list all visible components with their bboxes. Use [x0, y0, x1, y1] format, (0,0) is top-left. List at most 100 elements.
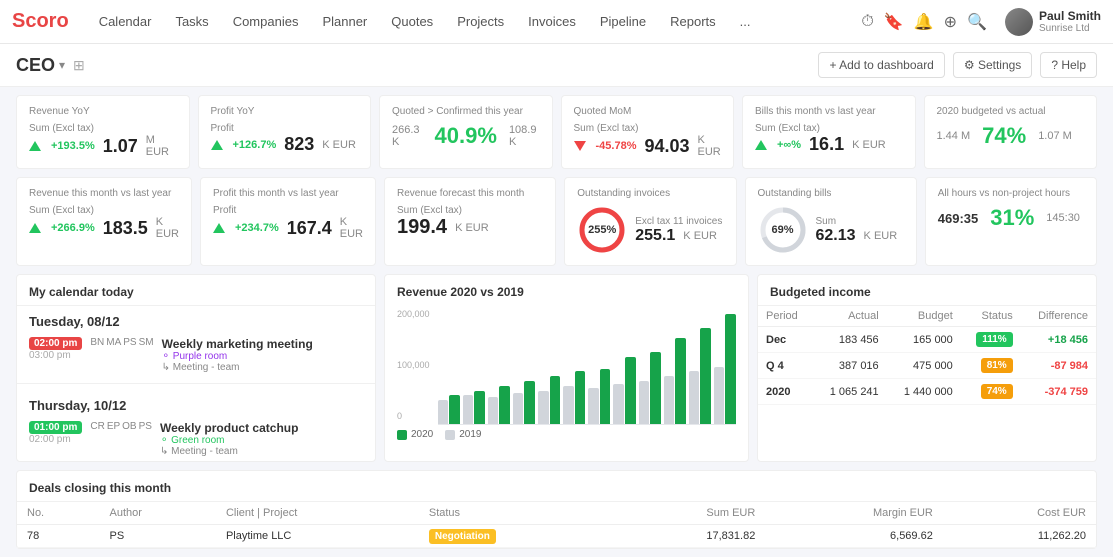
kpi-outstanding-bills-title: Outstanding bills: [758, 188, 904, 199]
cal-event-2-meeting: ↳ Meeting - team: [160, 446, 363, 457]
up-arrow-icon: [29, 141, 41, 151]
kpi-bills-month-label: Sum (Excl tax): [755, 123, 903, 134]
budget-dec-actual: 183 456: [813, 327, 887, 353]
cal-person-ps: PS: [123, 337, 136, 348]
deals-col-margin: Margin EUR: [765, 502, 943, 525]
budget-table: Period Actual Budget Status Difference D…: [758, 306, 1096, 405]
add-dashboard-button[interactable]: + Add to dashboard: [818, 52, 944, 78]
outstanding-invoices-value-row: 255.1 K EUR: [635, 227, 722, 245]
bar-group: [538, 376, 560, 424]
legend-2019-label: 2019: [459, 429, 481, 440]
filter-icon[interactable]: ⊞: [73, 57, 85, 74]
kpi-hours-val2: 145:30: [1046, 212, 1080, 224]
bar-2020: [474, 391, 485, 424]
kpi-profit-yoy-change: +126.7%: [233, 139, 277, 151]
bar-2019: [714, 367, 725, 424]
budget-table-head: Period Actual Budget Status Difference: [758, 306, 1096, 327]
bar-2020: [625, 357, 636, 424]
outstanding-invoices-desc: Excl tax 11 invoices: [635, 216, 722, 227]
kpi-hours-val1: 469:35: [938, 211, 978, 226]
nav-reports[interactable]: Reports: [660, 0, 726, 44]
bar-2019: [613, 384, 624, 424]
logo[interactable]: Scoro: [12, 10, 69, 33]
kpi-revenue-yoy-change: +193.5%: [51, 140, 95, 152]
cal-event-1-meeting: ↳ Meeting - team: [162, 362, 363, 373]
bar-2020: [600, 369, 611, 424]
bar-2019: [588, 388, 599, 424]
y-label-100k: 100,000: [397, 360, 430, 370]
budget-2020-status-bar: 74%: [981, 384, 1013, 399]
deals-title: Deals closing this month: [17, 471, 1096, 502]
bar-2020: [524, 381, 535, 424]
add-icon[interactable]: ⊕: [944, 12, 957, 32]
cal-event-1-content: Weekly marketing meeting ⚬ Purple room ↳…: [162, 337, 363, 373]
cal-event-1-time: 02:00 pm 03:00 pm: [29, 337, 82, 361]
kpi-profit-month-row: +234.7% 167.4 K EUR: [213, 216, 363, 240]
budget-col-status: Status: [961, 306, 1021, 327]
user-menu[interactable]: Paul Smith Sunrise Ltd: [1005, 8, 1101, 36]
kpi-quoted-pct: 40.9%: [435, 123, 497, 149]
legend-2020-dot: [397, 430, 407, 440]
bell-icon[interactable]: 🔔: [914, 12, 934, 32]
budget-2020-actual: 1 065 241: [813, 379, 887, 405]
kpi-profit-month-change: +234.7%: [235, 222, 279, 234]
budget-row-dec: Dec 183 456 165 000 111% +18 456: [758, 327, 1096, 353]
user-name: Paul Smith: [1039, 9, 1101, 23]
nav-invoices[interactable]: Invoices: [518, 0, 586, 44]
deals-col-client: Client | Project: [216, 502, 419, 525]
deals-section: Deals closing this month No. Author Clie…: [16, 470, 1097, 549]
cal-event-2-time: 01:00 pm 02:00 pm: [29, 421, 82, 445]
nav-companies[interactable]: Companies: [223, 0, 309, 44]
outstanding-bills-value-row: 62.13 K EUR: [816, 227, 898, 245]
outstanding-bills-desc: Sum: [816, 216, 898, 227]
nav-quotes[interactable]: Quotes: [381, 0, 443, 44]
dashboard-title-caret[interactable]: ▾: [59, 58, 65, 72]
nav-pipeline[interactable]: Pipeline: [590, 0, 656, 44]
kpi-revenue-forecast-value: 199.4: [397, 216, 447, 239]
nav-calendar[interactable]: Calendar: [89, 0, 162, 44]
kpi-bills-month: Bills this month vs last year Sum (Excl …: [742, 95, 916, 169]
bar-group: [664, 338, 686, 424]
kpi-2020-budget-row: 1.44 M 74% 1.07 M: [937, 123, 1085, 149]
bar-2019: [689, 371, 700, 424]
budget-col-actual: Actual: [813, 306, 887, 327]
bar-group: [488, 386, 510, 424]
deal-1-status-tag: Negotiation: [429, 529, 496, 544]
search-icon[interactable]: 🔍: [967, 12, 987, 32]
deals-col-author: Author: [99, 502, 215, 525]
bookmark-icon[interactable]: 🔖: [884, 12, 904, 32]
budget-col-diff: Difference: [1021, 306, 1096, 327]
nav-more[interactable]: ...: [730, 0, 761, 44]
bar-2019: [438, 400, 449, 424]
kpi-profit-month-unit: K EUR: [340, 216, 363, 240]
deal-1-author: PS: [99, 525, 215, 548]
kpi-quoted-val1: 266.3 K: [392, 124, 423, 148]
nav-projects[interactable]: Projects: [447, 0, 514, 44]
deal-1-sum: 17,831.82: [612, 525, 765, 548]
chart-body: 200,000 100,000 0: [397, 305, 736, 425]
kpi-quoted-confirmed-title: Quoted > Confirmed this year: [392, 106, 540, 117]
avatar: [1005, 8, 1033, 36]
budget-q4-diff: -87 984: [1021, 353, 1096, 379]
up-arrow-icon: [213, 223, 225, 233]
chart-container: Revenue 2020 vs 2019 200,000 100,000 0 2…: [385, 275, 748, 450]
timer-icon[interactable]: ⏱: [861, 13, 873, 31]
nav-planner[interactable]: Planner: [312, 0, 377, 44]
settings-button[interactable]: ⚙ Settings: [953, 52, 1032, 78]
nav-tasks[interactable]: Tasks: [165, 0, 218, 44]
revenue-chart-card: Revenue 2020 vs 2019 200,000 100,000 0 2…: [384, 274, 749, 462]
help-button[interactable]: ? Help: [1040, 52, 1097, 78]
bar-2019: [488, 397, 499, 424]
budget-dec-budget: 165 000: [887, 327, 961, 353]
budget-dec-status-bar: 111%: [976, 332, 1012, 347]
outstanding-bills-value: 62.13: [816, 227, 856, 245]
kpi-revenue-yoy-row: +193.5% 1.07 M EUR: [29, 134, 177, 158]
kpi-quoted-mom-change: -45.78%: [596, 140, 637, 152]
budget-2020-diff: -374 759: [1021, 379, 1096, 405]
cal-event-1-title: Weekly marketing meeting: [162, 337, 363, 351]
deals-col-sum: Sum EUR: [612, 502, 765, 525]
outstanding-invoices-value: 255.1: [635, 227, 675, 245]
outstanding-invoices-unit: K EUR: [683, 230, 717, 242]
deals-header-row: No. Author Client | Project Status Sum E…: [17, 502, 1096, 525]
kpi-2020-budget-title: 2020 budgeted vs actual: [937, 106, 1085, 117]
